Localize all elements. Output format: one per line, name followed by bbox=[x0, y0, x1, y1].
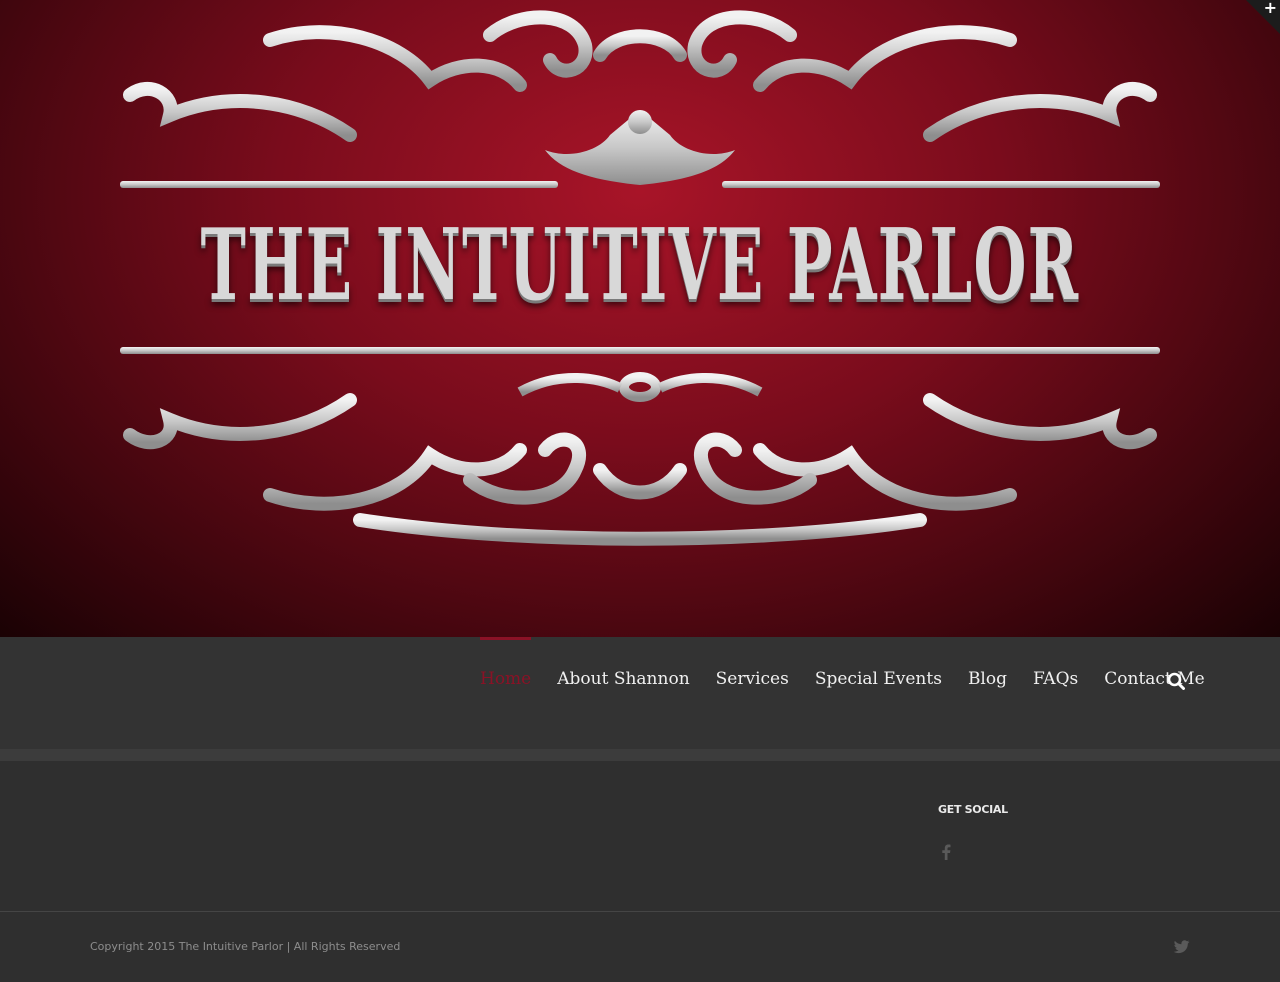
footer-widgets-area: GET SOCIAL bbox=[0, 761, 1280, 912]
sliding-bar-toggle[interactable]: + bbox=[1246, 0, 1280, 34]
main-navigation-bar: Home About Shannon Services Special Events B… bbox=[0, 637, 1280, 749]
copyright-bar: Copyright 2015 The Intuitive Parlor | Al… bbox=[0, 912, 1280, 982]
nav-item-contact-me[interactable]: Contact Me bbox=[1104, 637, 1204, 689]
main-nav: Home About Shannon Services Special Events B… bbox=[480, 637, 1231, 749]
copyright-text: Copyright 2015 The Intuitive Parlor | Al… bbox=[90, 940, 401, 953]
site-logo-text[interactable]: THE INTUITIVE PARLOR bbox=[201, 205, 1079, 325]
nav-item-special-events[interactable]: Special Events bbox=[815, 637, 942, 689]
nav-item-faqs[interactable]: FAQs bbox=[1033, 637, 1078, 689]
facebook-icon[interactable] bbox=[939, 843, 953, 861]
get-social-heading: GET SOCIAL bbox=[938, 803, 1008, 816]
plus-icon: + bbox=[1263, 0, 1277, 17]
nav-item-home[interactable]: Home bbox=[480, 637, 532, 689]
header-divider-band bbox=[0, 749, 1280, 761]
nav-item-about-shannon[interactable]: About Shannon bbox=[557, 637, 689, 689]
nav-item-blog[interactable]: Blog bbox=[968, 637, 1007, 689]
nav-item-services[interactable]: Services bbox=[716, 637, 789, 689]
hero-banner: THE INTUITIVE PARLOR bbox=[0, 0, 1280, 637]
twitter-icon[interactable] bbox=[1173, 940, 1190, 954]
search-icon[interactable] bbox=[1167, 672, 1185, 690]
